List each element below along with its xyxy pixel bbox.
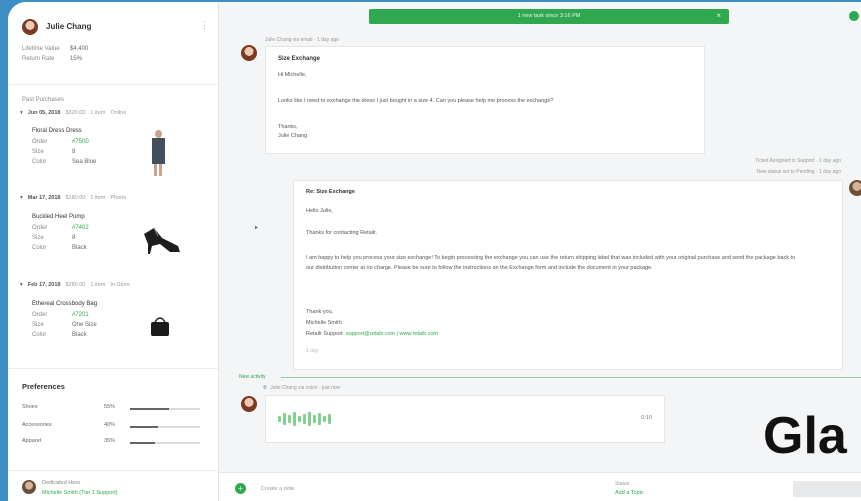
chevron-down-icon: ▾ (20, 110, 23, 116)
voice-message[interactable]: 0:10 (265, 395, 665, 443)
composer-bar: + Create a note Status Add a Topic (219, 472, 861, 501)
chevron-down-icon: ▾ (20, 195, 23, 201)
preference-row: Shoes 55% (22, 404, 212, 414)
message-meta: Julie Chang via email · 1 day ago (265, 37, 339, 43)
preference-bar-fill (130, 408, 169, 410)
heel-pump-image (144, 227, 180, 254)
past-purchases-heading: Past Purchases (22, 97, 65, 103)
preference-row: Apparel 35% (22, 438, 212, 448)
support-links[interactable]: support@retailr.com | www.retailr.com (346, 331, 438, 337)
app-window: Julie Chang ⋮ Lifetime Value $4,400 Retur… (8, 2, 861, 501)
customer-name: Julie Chang (46, 22, 92, 31)
conversation-panel: 1 new task since 3:16 PM × Julie Chang v… (219, 2, 861, 501)
product-card[interactable]: Floral Dress Dress Order #7500 Size 8 Colo… (32, 128, 96, 167)
expand-arrow-icon[interactable]: ▸ (255, 224, 258, 231)
waveform-icon (278, 412, 331, 426)
new-activity-label: New activity (239, 374, 266, 380)
preference-row: Accessories 40% (22, 422, 212, 432)
close-icon[interactable]: × (716, 11, 721, 20)
order-header[interactable]: ▾ Feb 17, 2018 $280.00 1 item In-Store (20, 282, 130, 288)
product-card[interactable]: Ethereal Crossbody Bag Order #7201 Size On… (32, 301, 97, 340)
send-button[interactable] (793, 481, 861, 497)
customer-avatar (22, 19, 38, 35)
customer-message: Size Exchange Hi Michelle, Looks like I … (265, 46, 705, 154)
note-input[interactable]: Create a note (261, 486, 294, 492)
preference-bar-fill (130, 442, 155, 444)
agent-reply: Re: Size Exchange Hello Julie, Thanks fo… (293, 180, 843, 370)
dedicated-hero-name[interactable]: Michelle Smith (Tier 1 Support) (42, 490, 118, 496)
status-label: Status (615, 481, 630, 487)
customer-sidebar: Julie Chang ⋮ Lifetime Value $4,400 Retur… (8, 2, 219, 501)
order-header[interactable]: ▾ Mar 17, 2018 $180.00 1 item Phone (20, 195, 126, 201)
dress-image (148, 130, 170, 176)
return-rate-row: Return Rate 15% (22, 56, 83, 62)
voice-meta: Julie Chang via voice · just now (270, 385, 341, 391)
agent-avatar (849, 180, 861, 196)
new-task-banner[interactable]: 1 new task since 3:16 PM × (369, 9, 729, 24)
more-icon[interactable]: ⋮ (200, 20, 209, 31)
status-event: New status set to Pending · 1 day ago (756, 169, 842, 175)
customer-avatar (241, 396, 257, 412)
phone-icon: ✆ (263, 385, 268, 391)
lifetime-value-row: Lifetime Value $4,400 (22, 46, 89, 52)
status-dropdown[interactable]: Add a Topic (615, 490, 644, 496)
preference-bar-fill (130, 426, 158, 428)
customer-avatar (241, 45, 257, 61)
add-icon[interactable]: + (235, 483, 246, 494)
product-card[interactable]: Buckled Heel Pump Order #7402 Size 8 Color… (32, 214, 89, 253)
agent-avatar (22, 480, 36, 494)
preferences-heading: Preferences (22, 382, 65, 391)
status-indicator (849, 11, 859, 21)
dedicated-hero-title: Dedicated Hero (42, 480, 81, 486)
overlay-text: Gla (763, 407, 847, 465)
crossbody-bag-image (151, 317, 169, 336)
chevron-down-icon: ▾ (20, 282, 23, 288)
assignment-event: Ticket Assigned to Support · 1 day ago (755, 158, 841, 164)
order-header[interactable]: ▾ Jun 05, 2018 $320.00 1 item Online (20, 110, 126, 116)
